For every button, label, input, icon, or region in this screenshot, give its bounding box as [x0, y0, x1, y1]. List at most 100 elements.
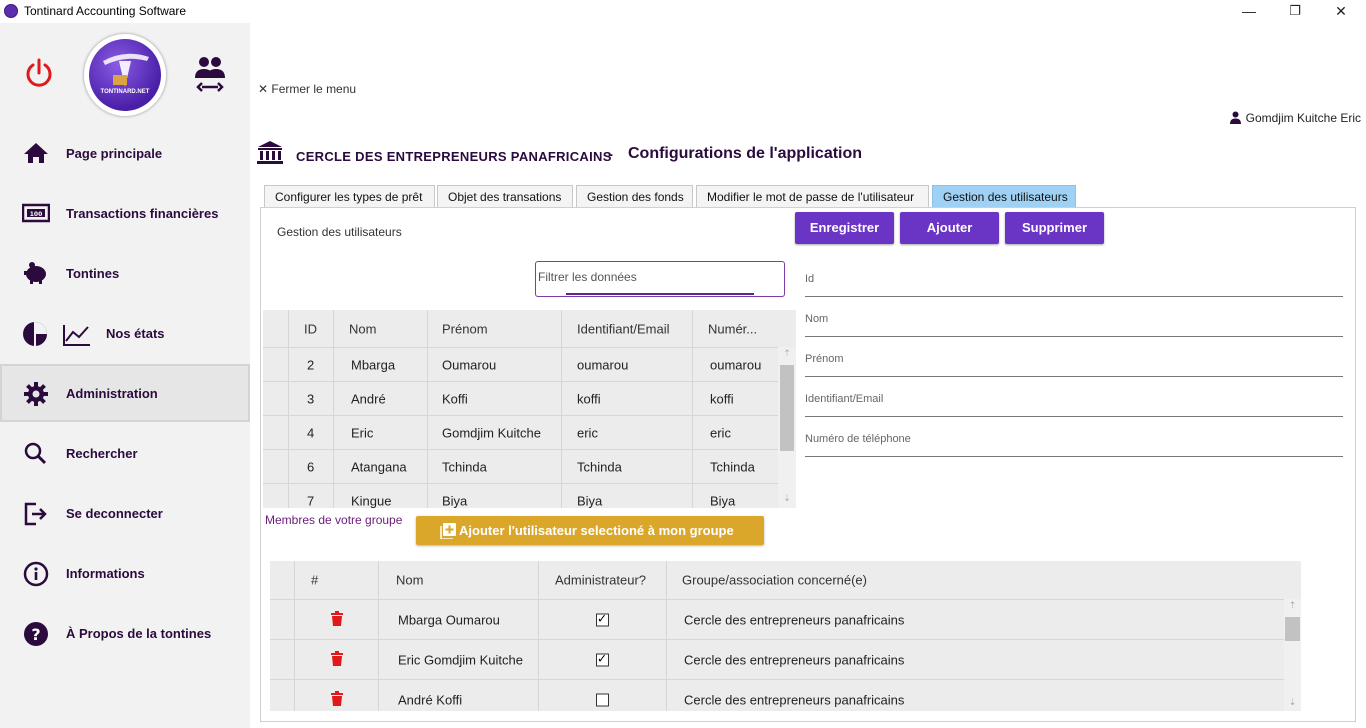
id-input[interactable] — [805, 273, 1343, 285]
tab-gestion-utilisateurs[interactable]: Gestion des utilisateurs — [932, 185, 1076, 208]
table-cell[interactable]: Cercle des entrepreneurs panafricains — [666, 600, 1284, 639]
column-header-nom[interactable]: Nom — [333, 310, 427, 347]
telephone-input[interactable] — [805, 433, 1343, 445]
add-button[interactable]: Ajouter — [900, 212, 999, 244]
table-row[interactable]: Eric Gomdjim Kuitche Cercle des entrepren… — [270, 639, 1284, 679]
column-header-id[interactable]: ID — [288, 310, 333, 347]
table-cell[interactable]: André — [333, 382, 427, 415]
scroll-down-icon[interactable]: ⇣ — [1284, 697, 1301, 708]
members-table-scrollbar[interactable]: ⇡ ⇣ — [1284, 599, 1301, 711]
column-header-index[interactable]: # — [294, 561, 378, 599]
column-header-groupe[interactable]: Groupe/association concerné(e) — [666, 561, 1284, 599]
row-header[interactable] — [263, 450, 288, 483]
admin-checkbox[interactable] — [596, 611, 609, 626]
nom-field[interactable] — [805, 309, 1343, 337]
table-cell[interactable]: oumarou — [561, 348, 692, 381]
table-cell[interactable]: 2 — [288, 348, 333, 381]
table-cell[interactable]: oumarou — [692, 348, 778, 381]
users-table-scrollbar[interactable]: ⇡ ⇣ — [778, 347, 796, 508]
row-header[interactable] — [270, 680, 294, 711]
id-field[interactable] — [805, 269, 1343, 297]
table-cell[interactable]: Eric — [333, 416, 427, 449]
trash-icon[interactable] — [331, 610, 343, 629]
scroll-up-icon[interactable]: ⇡ — [1284, 600, 1301, 611]
table-cell[interactable]: Cercle des entrepreneurs panafricains — [666, 680, 1284, 711]
table-row[interactable]: Mbarga Oumarou Cercle des entrepreneurs p… — [270, 599, 1284, 639]
table-cell[interactable]: Mbarga Oumarou — [378, 600, 538, 639]
table-cell[interactable]: 3 — [288, 382, 333, 415]
filter-input[interactable] — [538, 266, 768, 288]
table-cell[interactable]: Tchinda — [561, 450, 692, 483]
column-header-prenom[interactable]: Prénom — [427, 310, 561, 347]
table-row[interactable]: 6 Atangana Tchinda Tchinda Tchinda — [263, 449, 778, 483]
table-cell[interactable]: Oumarou — [427, 348, 561, 381]
tab-gestion-fonds[interactable]: Gestion des fonds — [576, 185, 693, 208]
table-cell[interactable]: koffi — [692, 382, 778, 415]
filter-field[interactable] — [535, 261, 785, 297]
table-cell[interactable]: eric — [561, 416, 692, 449]
save-button[interactable]: Enregistrer — [795, 212, 894, 244]
prenom-input[interactable] — [805, 353, 1343, 365]
table-cell[interactable]: eric — [692, 416, 778, 449]
identifiant-input[interactable] — [805, 393, 1343, 405]
table-cell[interactable]: Tchinda — [427, 450, 561, 483]
close-window-button[interactable]: ✕ — [1318, 0, 1364, 23]
row-header[interactable] — [270, 640, 294, 679]
add-to-group-button[interactable]: Ajouter l'utilisateur selectioné à mon g… — [416, 516, 764, 545]
close-menu-link[interactable]: ✕ Fermer le menu — [258, 82, 356, 96]
column-header-numero[interactable]: Numér... — [692, 310, 778, 347]
table-cell[interactable]: Tchinda — [692, 450, 778, 483]
table-row[interactable]: 2 Mbarga Oumarou oumarou oumarou — [263, 347, 778, 381]
sidebar-item-page-principale[interactable]: Page principale — [0, 124, 250, 182]
table-row[interactable]: 7 Kingue Biya Biya Biya — [263, 483, 778, 508]
maximize-button[interactable]: ❐ — [1272, 0, 1318, 23]
column-header-nom[interactable]: Nom — [378, 561, 538, 599]
sidebar-item-rechercher[interactable]: Rechercher — [0, 424, 250, 482]
row-header[interactable] — [263, 484, 288, 508]
sidebar-item-a-propos[interactable]: ? À Propos de la tontines — [0, 604, 250, 662]
table-cell[interactable]: 6 — [288, 450, 333, 483]
table-cell[interactable]: Kingue — [333, 484, 427, 508]
table-cell[interactable]: 4 — [288, 416, 333, 449]
sidebar-item-se-deconnecter[interactable]: Se deconnecter — [0, 484, 250, 542]
trash-icon[interactable] — [331, 650, 343, 669]
table-cell[interactable]: Eric Gomdjim Kuitche — [378, 640, 538, 679]
table-cell[interactable]: Atangana — [333, 450, 427, 483]
telephone-field[interactable] — [805, 429, 1343, 457]
table-cell[interactable]: Biya — [692, 484, 778, 508]
column-header-admin[interactable]: Administrateur? — [538, 561, 666, 599]
scrollbar-thumb[interactable] — [780, 365, 794, 451]
tab-modifier-mot-de-passe[interactable]: Modifier le mot de passe de l'utilisateu… — [696, 185, 929, 208]
delete-button[interactable]: Supprimer — [1005, 212, 1104, 244]
identifiant-field[interactable] — [805, 389, 1343, 417]
scroll-down-icon[interactable]: ⇣ — [778, 493, 796, 504]
row-header[interactable] — [263, 348, 288, 381]
scrollbar-thumb[interactable] — [1285, 617, 1300, 641]
row-header[interactable] — [263, 416, 288, 449]
table-cell[interactable]: Gomdjim Kuitche — [427, 416, 561, 449]
table-cell[interactable]: André Koffi — [378, 680, 538, 711]
table-row[interactable]: 4 Eric Gomdjim Kuitche eric eric — [263, 415, 778, 449]
nom-input[interactable] — [805, 313, 1343, 325]
trash-icon[interactable] — [331, 690, 343, 709]
sidebar-item-tontines[interactable]: Tontines — [0, 244, 250, 302]
table-cell[interactable]: 7 — [288, 484, 333, 508]
current-user[interactable]: Gomdjim Kuitche Eric — [1229, 111, 1361, 127]
admin-checkbox[interactable] — [596, 693, 609, 706]
table-cell[interactable]: Koffi — [427, 382, 561, 415]
prenom-field[interactable] — [805, 349, 1343, 377]
table-cell[interactable]: koffi — [561, 382, 692, 415]
sidebar-item-transactions[interactable]: 100 Transactions financières — [0, 184, 250, 242]
row-header[interactable] — [263, 382, 288, 415]
table-cell[interactable]: Biya — [427, 484, 561, 508]
power-icon[interactable] — [24, 58, 54, 93]
scroll-up-icon[interactable]: ⇡ — [778, 348, 796, 359]
tab-types-de-pret[interactable]: Configurer les types de prêt — [264, 185, 435, 208]
admin-checkbox[interactable] — [596, 651, 609, 666]
row-header[interactable] — [270, 600, 294, 639]
table-cell[interactable]: Biya — [561, 484, 692, 508]
tab-objet-transactions[interactable]: Objet des transations — [437, 185, 573, 208]
sidebar-item-informations[interactable]: Informations — [0, 544, 250, 602]
switch-user-icon[interactable] — [192, 54, 228, 99]
table-row[interactable]: André Koffi Cercle des entrepreneurs pana… — [270, 679, 1284, 711]
